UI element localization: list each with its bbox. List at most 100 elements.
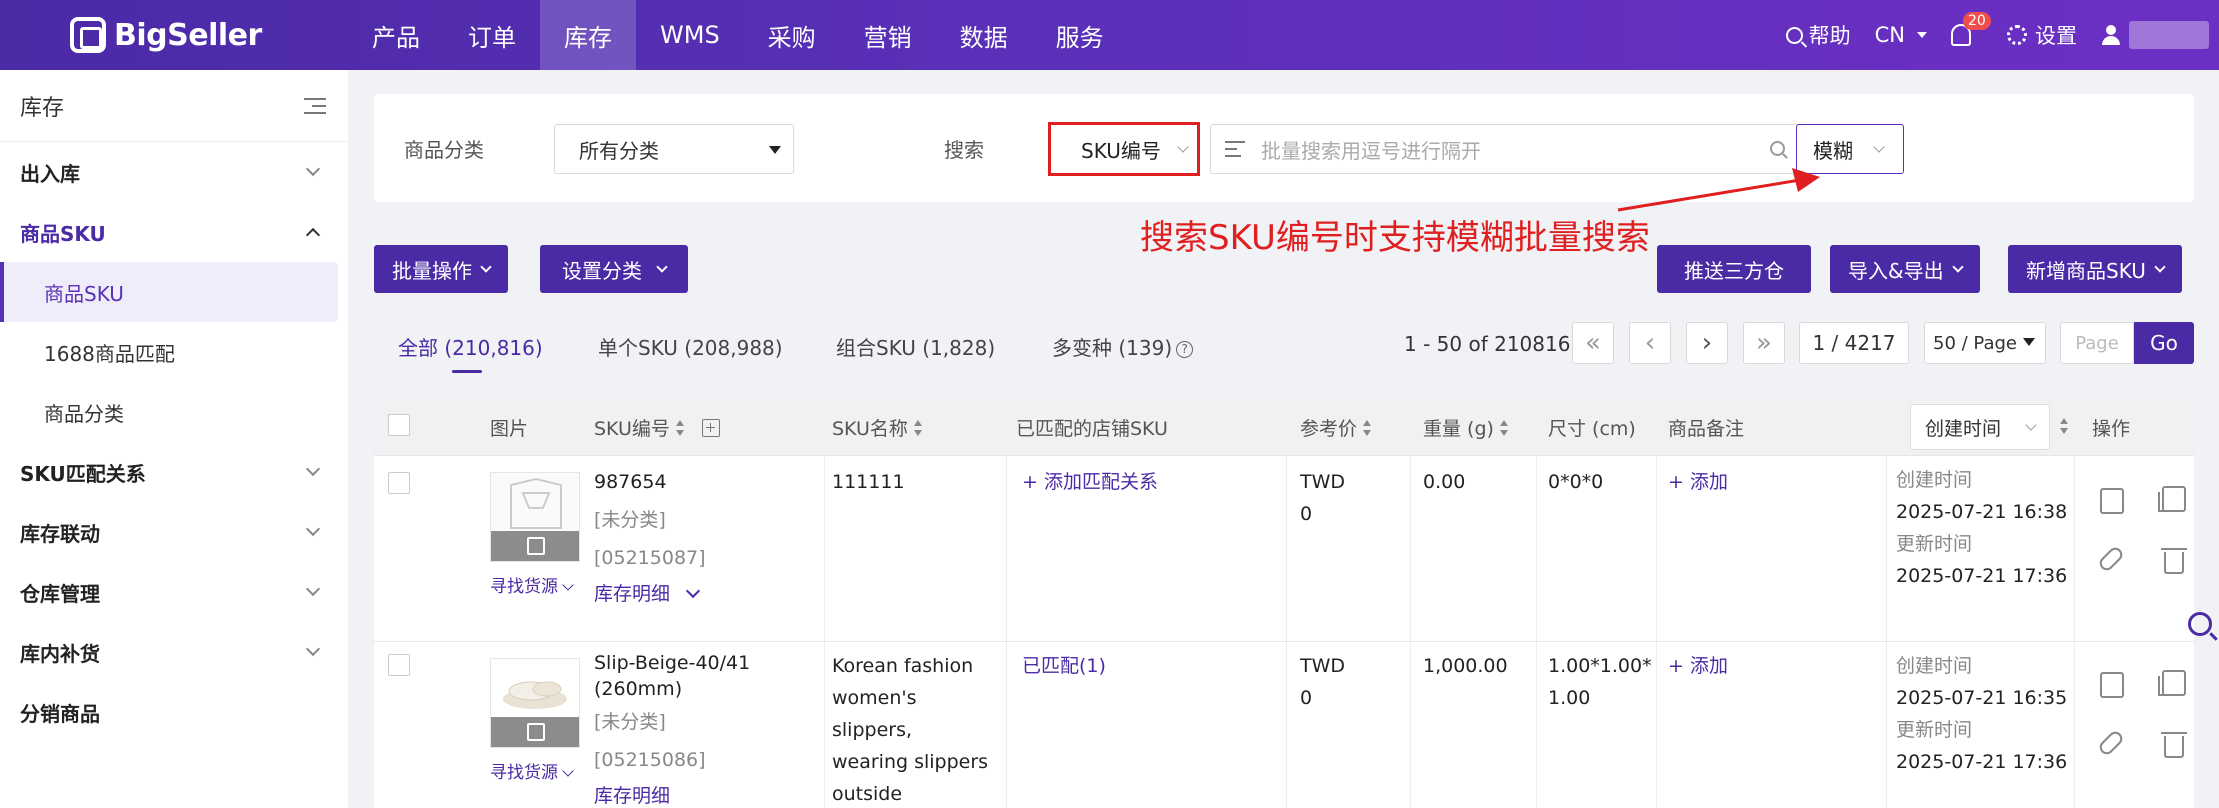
page-indicator[interactable]: 1 / 4217	[1799, 322, 1909, 364]
first-page-button[interactable]: «	[1572, 322, 1614, 364]
tab-single-sku[interactable]: 单个SKU (208,988)	[598, 332, 783, 361]
bell-icon: 20	[1951, 12, 1991, 46]
find-source-link[interactable]: 寻找货源	[490, 758, 574, 783]
sidebar-subitem-1688-match[interactable]: 1688商品匹配	[0, 322, 348, 382]
category-select[interactable]: 所有分类	[554, 124, 794, 174]
sku-code[interactable]: Slip-Beige-40/41 (260mm)	[594, 650, 814, 702]
sidebar-item-stock-sync[interactable]: 库存联动	[0, 502, 348, 562]
price-value: 0	[1300, 503, 1313, 525]
price-cell: TWD 0	[1300, 650, 1345, 714]
go-button[interactable]: Go	[2134, 322, 2194, 364]
nav-item-data[interactable]: 数据	[936, 0, 1032, 70]
tab-all[interactable]: 全部 (210,816)	[398, 332, 543, 361]
main-nav: 产品 订单 库存 WMS 采购 营销 数据 服务	[348, 0, 1128, 70]
user-menu[interactable]	[2101, 21, 2219, 49]
collapse-sidebar-icon[interactable]	[304, 97, 326, 114]
time-sort-value: 创建时间	[1925, 417, 2002, 440]
tab-variants[interactable]: 多变种 (139)?	[1052, 332, 1194, 361]
col-price[interactable]: 参考价	[1300, 414, 1372, 441]
edit-image-button[interactable]	[491, 717, 579, 747]
sidebar-item-product-sku[interactable]: 商品SKU	[0, 202, 348, 262]
add-remark-link[interactable]: + 添加	[1668, 650, 1728, 682]
page-jump-input[interactable]: Page	[2060, 322, 2134, 364]
matched-count-link[interactable]: 已匹配(1)	[1022, 650, 1106, 682]
chevron-down-icon	[562, 579, 574, 591]
page-size-select[interactable]: 50 / Page	[1924, 322, 2046, 364]
delete-icon[interactable]	[2161, 548, 2187, 574]
prev-page-button[interactable]: ‹	[1629, 322, 1671, 364]
chevron-down-icon	[305, 641, 321, 657]
link-icon[interactable]	[2096, 728, 2126, 758]
brand-logo[interactable]: BigSeller	[70, 17, 300, 53]
tab-bundle-sku[interactable]: 组合SKU (1,828)	[836, 332, 995, 361]
row-checkbox[interactable]	[388, 654, 410, 676]
col-name[interactable]: SKU名称	[832, 414, 922, 441]
new-sku-button[interactable]: 新增商品SKU	[2008, 245, 2182, 293]
link-icon[interactable]	[2096, 544, 2126, 574]
nav-item-inventory[interactable]: 库存	[540, 0, 636, 70]
row-checkbox[interactable]	[388, 472, 410, 494]
sidebar-subitem-product-sku[interactable]: 商品SKU	[0, 262, 338, 322]
sidebar-subitem-product-category[interactable]: 商品分类	[0, 382, 348, 442]
stock-detail-link[interactable]: 库存明细	[594, 780, 814, 808]
pagination-range: 1 - 50 of 210816	[1404, 332, 1571, 356]
select-all-checkbox[interactable]	[388, 414, 410, 436]
settings-link[interactable]: 设置	[2007, 20, 2077, 50]
top-navbar: BigSeller 产品 订单 库存 WMS 采购 营销 数据 服务 帮助 CN…	[0, 0, 2219, 70]
nav-item-wms[interactable]: WMS	[636, 0, 744, 70]
nav-item-orders[interactable]: 订单	[444, 0, 540, 70]
time-sort-select[interactable]: 创建时间	[1910, 404, 2050, 450]
notifications-button[interactable]: 20	[1951, 12, 1991, 46]
nav-item-marketing[interactable]: 营销	[840, 0, 936, 70]
language-select[interactable]: CN	[1875, 23, 1927, 47]
nav-item-purchase[interactable]: 采购	[744, 0, 840, 70]
sku-id: [05215087]	[594, 547, 706, 569]
product-thumbnail[interactable]	[490, 658, 580, 748]
sidebar-item-distribution[interactable]: 分销商品	[0, 682, 348, 742]
search-field-select[interactable]: SKU编号	[1048, 122, 1200, 176]
sku-name: Korean fashion women's slippers, wearing…	[832, 655, 989, 805]
table-row: 寻找货源 987654 [未分类] [05215087] 库存明细 111111…	[374, 456, 2194, 642]
nav-item-products[interactable]: 产品	[348, 0, 444, 70]
search-icon[interactable]	[1770, 141, 1785, 156]
batch-actions-button[interactable]: 批量操作	[374, 245, 508, 293]
stock-detail-link[interactable]: 库存明细	[594, 578, 706, 610]
help-link[interactable]: 帮助	[1785, 20, 1851, 50]
edit-icon[interactable]	[2100, 672, 2124, 698]
nav-item-services[interactable]: 服务	[1032, 0, 1128, 70]
edit-icon	[527, 537, 545, 555]
next-page-button[interactable]: ›	[1686, 322, 1728, 364]
col-weight[interactable]: 重量 (g)	[1423, 414, 1508, 441]
divider	[2074, 642, 2075, 808]
edit-image-button[interactable]	[491, 531, 579, 561]
push-3pl-button[interactable]: 推送三方仓	[1657, 245, 1811, 293]
help-icon[interactable]: ?	[1176, 341, 1194, 358]
copy-icon[interactable]	[2158, 670, 2186, 696]
sort-icon[interactable]	[2060, 418, 2068, 434]
caret-down-icon	[769, 146, 781, 154]
add-match-link[interactable]: + 添加匹配关系	[1022, 466, 1158, 498]
edit-icon[interactable]	[2100, 488, 2124, 514]
sidebar-item-replenishment[interactable]: 库内补货	[0, 622, 348, 682]
sidebar-item-sku-mapping[interactable]: SKU匹配关系	[0, 442, 348, 502]
last-page-button[interactable]: »	[1743, 322, 1785, 364]
batch-list-icon[interactable]	[1225, 141, 1245, 157]
floating-search-icon[interactable]	[2188, 612, 2212, 636]
batch-actions-label: 批量操作	[392, 258, 472, 283]
sku-code[interactable]: 987654	[594, 466, 706, 498]
product-thumbnail-placeholder[interactable]	[490, 472, 580, 562]
sidebar-item-stock-in-out[interactable]: 出入库	[0, 142, 348, 202]
set-category-button[interactable]: 设置分类	[540, 245, 688, 293]
chevron-down-icon	[480, 261, 492, 273]
import-export-button[interactable]: 导入&导出	[1830, 245, 1980, 293]
col-sku[interactable]: SKU编号	[594, 414, 720, 441]
sidebar-item-warehouse[interactable]: 仓库管理	[0, 562, 348, 622]
find-source-link[interactable]: 寻找货源	[490, 572, 574, 597]
delete-icon[interactable]	[2161, 732, 2187, 758]
sidebar-item-label: SKU匹配关系	[20, 461, 146, 486]
copy-icon[interactable]	[2158, 486, 2186, 512]
chevron-down-icon	[2025, 419, 2037, 431]
chevron-down-icon	[1177, 141, 1189, 153]
add-remark-link[interactable]: + 添加	[1668, 466, 1728, 498]
expand-plus-icon[interactable]	[701, 418, 720, 437]
